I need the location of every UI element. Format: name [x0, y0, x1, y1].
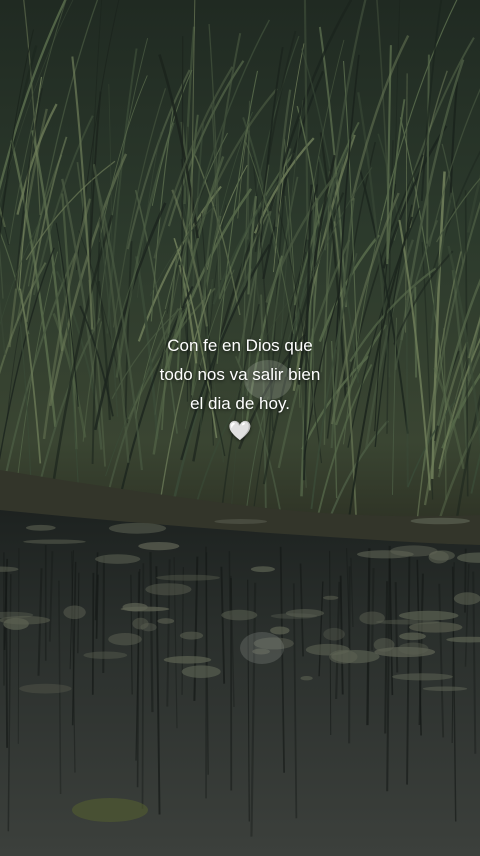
lily-pad [108, 633, 142, 646]
lily-pad [0, 615, 51, 625]
reflection-streak [228, 551, 231, 616]
lily-pad [250, 566, 275, 573]
lily-pad [19, 683, 72, 694]
lily-pad [108, 522, 167, 534]
photo-background: Con fe en Dios que todo nos va salir bie… [0, 0, 480, 856]
caption-line-3: el dia de hoy. [190, 394, 290, 413]
lily-pad [323, 627, 345, 641]
lily-pad [410, 517, 470, 525]
lily-pad [305, 643, 350, 656]
lily-pad [357, 550, 414, 559]
reflection-streak [371, 568, 375, 651]
lily-pad [392, 673, 453, 681]
lily-pad [157, 618, 175, 624]
lily-pad [25, 524, 56, 531]
caption-line-2: todo nos va salir bien [159, 365, 321, 384]
lily-pad [63, 605, 86, 620]
reflection-streak [17, 548, 20, 744]
lily-pad [120, 606, 170, 612]
lily-pad [95, 554, 141, 564]
reflection-streak [91, 572, 95, 695]
lily-pad [145, 583, 192, 596]
lily-pad [140, 623, 157, 632]
lily-pad [270, 613, 318, 619]
egret-reflection [240, 632, 284, 664]
lily-pad [453, 592, 480, 605]
lily-pad [163, 656, 212, 664]
lily-pad [181, 665, 221, 678]
white-heart-icon: 🤍 [228, 420, 252, 442]
lily-pad [179, 631, 204, 640]
lily-pad [156, 574, 220, 581]
lily-pad [359, 611, 385, 625]
reflection-streak [141, 563, 145, 809]
lily-pad [138, 542, 180, 551]
caption-text-overlay: Con fe en Dios que todo nos va salir bie… [0, 331, 480, 444]
lily-pad [83, 651, 128, 659]
lily-pad [399, 632, 426, 641]
caption-line-1: Con fe en Dios que [167, 336, 313, 355]
lily-pad [399, 610, 459, 621]
lily-pad [300, 676, 313, 681]
lily-pad [221, 609, 258, 621]
lily-pad [214, 519, 267, 524]
lily-pad [23, 539, 86, 544]
lily-pad [398, 642, 429, 655]
lily-pad [422, 686, 468, 692]
algae-patch [72, 798, 148, 822]
lily-pad [323, 595, 339, 600]
lily-pad [270, 626, 290, 635]
